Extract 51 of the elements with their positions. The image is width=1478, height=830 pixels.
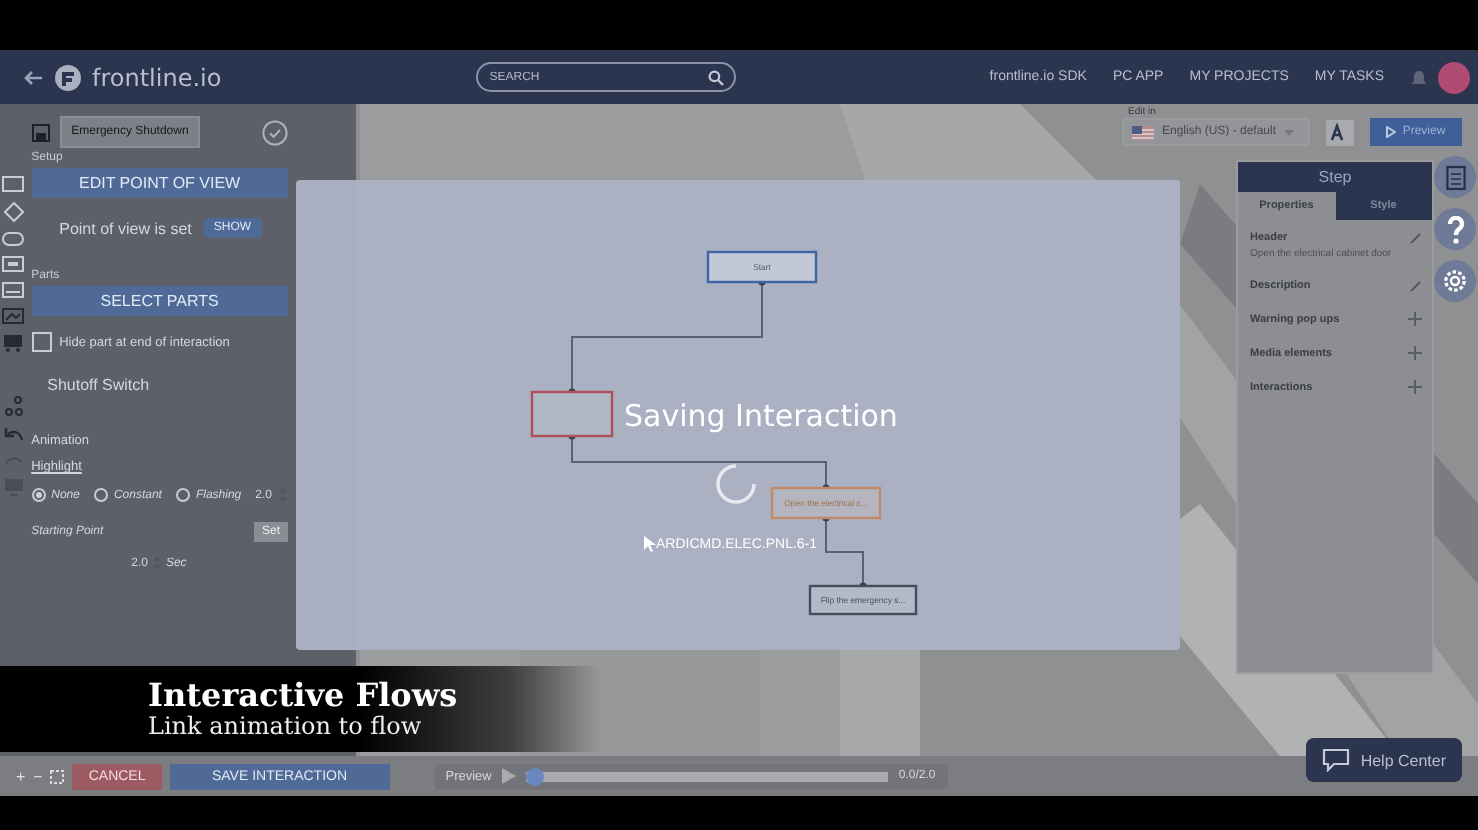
flag-icon [1132, 125, 1154, 139]
logo-icon [54, 63, 82, 91]
logo-text: frontline.io [92, 63, 222, 91]
check-circle-icon[interactable] [262, 119, 288, 145]
notification-bell-icon[interactable] [1410, 67, 1429, 87]
question-mark-icon [1445, 215, 1465, 243]
box-icon[interactable] [2, 282, 25, 298]
panel-title: Step [1238, 162, 1432, 192]
translate-icon[interactable] [1326, 119, 1354, 145]
flow-node[interactable] [530, 390, 614, 438]
radio-button[interactable] [93, 488, 108, 502]
section-header[interactable]: EDIT POINT OF VIEW [31, 168, 288, 198]
caption-title: Interactive Flows [148, 677, 460, 713]
caption-subtitle: Link animation to flow [148, 712, 424, 741]
user-avatar[interactable] [1438, 61, 1471, 93]
loading-spinner-icon [716, 464, 756, 504]
bus-icon[interactable] [2, 334, 25, 352]
clipboard-icon [1445, 164, 1465, 190]
plus-icon[interactable] [1408, 346, 1422, 360]
status-message: Saving Interaction [624, 398, 898, 434]
help-center-button[interactable]: Help Center [1306, 738, 1462, 782]
zoom-in-button[interactable]: + [16, 767, 26, 785]
diamond-icon[interactable] [3, 202, 24, 222]
radio-button[interactable] [175, 488, 190, 502]
zoom-out-button[interactable]: − [33, 767, 43, 785]
part-name: Shutoff Switch [47, 376, 152, 394]
checkbox[interactable] [31, 332, 52, 352]
chat-bubble-icon [1322, 748, 1351, 772]
radio-button[interactable] [31, 488, 46, 502]
back-arrow-icon[interactable] [24, 69, 44, 85]
undo-icon[interactable] [3, 426, 24, 442]
settings-icon [1442, 268, 1468, 294]
search-icon[interactable] [707, 69, 724, 85]
image-icon[interactable] [2, 308, 25, 324]
nodes-icon[interactable] [3, 396, 24, 416]
save-icon[interactable] [31, 123, 50, 141]
pencil-icon[interactable] [1410, 280, 1422, 292]
play-icon[interactable] [501, 768, 516, 784]
status-text: Point of view is set [59, 219, 192, 237]
fit-screen-icon[interactable] [50, 769, 65, 783]
rounded-rectangle-icon[interactable] [2, 232, 25, 246]
caret-icon [1284, 129, 1295, 135]
rectangle-icon[interactable] [2, 176, 25, 192]
pencil-icon[interactable] [1410, 232, 1422, 244]
play-icon [1386, 126, 1397, 138]
box-icon[interactable] [2, 256, 25, 272]
timeline-thumb[interactable] [525, 767, 544, 785]
section-header[interactable]: SELECT PARTS [31, 286, 288, 316]
plus-icon[interactable] [1408, 312, 1422, 326]
pointer-cursor-icon [644, 536, 656, 552]
plus-icon[interactable] [1408, 380, 1422, 394]
